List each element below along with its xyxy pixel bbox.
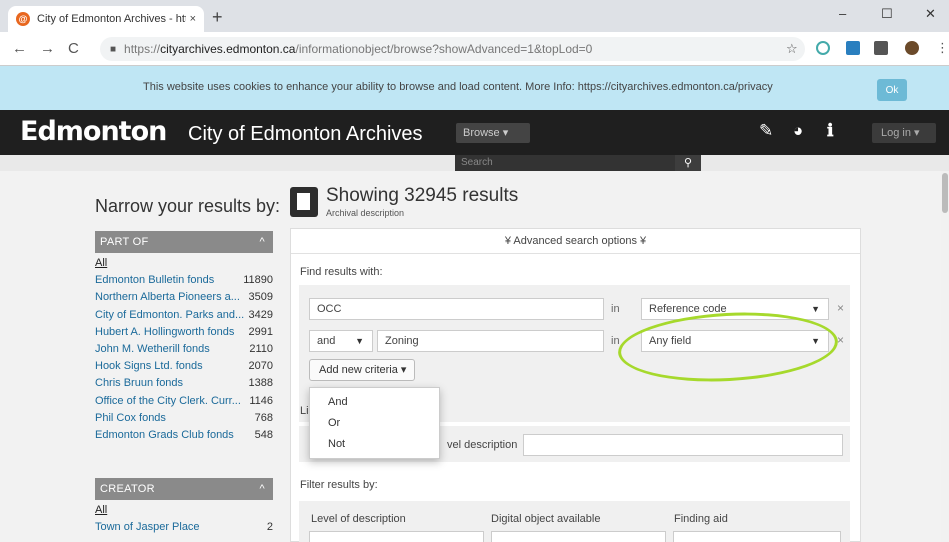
search-bar-row: Search ⚲ <box>0 155 949 171</box>
maximize-button[interactable]: ☐ <box>881 6 893 22</box>
document-icon <box>290 187 318 217</box>
in-label: in <box>611 335 620 347</box>
close-window-button[interactable]: ✕ <box>925 6 936 22</box>
facet-item[interactable]: Edmonton Bulletin fonds 11890 <box>95 272 273 289</box>
scrollbar-thumb[interactable] <box>942 173 948 213</box>
edmonton-logo[interactable]: Edmonton <box>20 116 167 147</box>
facet-item[interactable]: City of Edmonton. Parks and... 3429 <box>95 307 273 324</box>
advanced-search-toggle[interactable]: ¥ Advanced search options ¥ <box>291 229 860 254</box>
extension-icon[interactable] <box>846 41 860 55</box>
results-subtitle: Archival description <box>326 208 405 218</box>
search-placeholder: Search <box>461 157 493 168</box>
profile-avatar[interactable] <box>905 41 919 55</box>
criteria-operator-dropdown: And Or Not <box>309 387 440 459</box>
filter-box: Level of description Digital object avai… <box>299 501 850 542</box>
minimize-button[interactable]: – <box>839 6 846 21</box>
facet-item[interactable]: Office of the City Clerk. Curr... 1146 <box>95 393 273 410</box>
browser-tab[interactable]: @ City of Edmonton Archives - http × <box>8 6 204 32</box>
filter-level-select[interactable] <box>309 531 484 542</box>
chevron-down-icon: ▼ <box>355 336 364 346</box>
url-text: https://cityarchives.edmonton.ca/informa… <box>124 42 593 56</box>
level-description-label: vel description <box>447 439 518 451</box>
cookie-banner-text: This website uses cookies to enhance you… <box>143 81 773 93</box>
collapse-icon[interactable]: ^ <box>260 478 265 500</box>
facet-item[interactable]: Northern Alberta Pioneers a... 3509 <box>95 289 273 306</box>
archive-favicon-icon: @ <box>16 12 30 26</box>
facet-item[interactable]: Phil Cox fonds 768 <box>95 410 273 427</box>
new-tab-button[interactable]: + <box>212 8 223 26</box>
in-label: in <box>611 303 620 315</box>
page-scrollbar[interactable] <box>941 171 949 542</box>
facet-item[interactable]: Hubert A. Hollingworth fonds 2991 <box>95 324 273 341</box>
cookie-ok-button[interactable]: Ok <box>877 79 907 101</box>
filter-finding-aid-select[interactable] <box>673 531 841 542</box>
tab-title: City of Edmonton Archives - http <box>37 13 186 25</box>
site-title[interactable]: City of Edmonton Archives <box>188 123 423 146</box>
dropdown-option-or[interactable]: Or <box>310 413 439 434</box>
address-bar[interactable]: ■ https://cityarchives.edmonton.ca/infor… <box>100 37 805 61</box>
extension-icon[interactable] <box>874 41 888 55</box>
facet-item[interactable]: Hook Signs Ltd. fonds 2070 <box>95 358 273 375</box>
level-description-input[interactable] <box>523 434 843 456</box>
filter-results-label: Filter results by: <box>300 479 378 491</box>
filter-finding-aid-label: Finding aid <box>674 513 728 525</box>
chevron-down-icon: ▼ <box>811 304 820 314</box>
filter-level-label: Level of description <box>311 513 406 525</box>
narrow-results-title: Narrow your results by: <box>95 196 281 216</box>
reload-icon[interactable]: C <box>68 40 79 57</box>
find-results-label: Find results with: <box>300 266 383 278</box>
site-header: Edmonton City of Edmonton Archives Brows… <box>0 110 949 155</box>
facet-header-part-of[interactable]: PART OF ^ <box>95 231 273 253</box>
filter-digital-object-label: Digital object available <box>491 513 601 525</box>
dropdown-option-and[interactable]: And <box>310 392 439 413</box>
dropdown-option-not[interactable]: Not <box>310 434 439 455</box>
facet-list-part-of: All Edmonton Bulletin fonds 11890 Norther… <box>95 255 273 444</box>
back-arrow-icon[interactable]: ← <box>12 40 27 57</box>
collapse-icon[interactable]: ^ <box>260 231 265 253</box>
login-button[interactable]: Log in ▾ <box>872 123 936 143</box>
facet-item[interactable]: Town of Jasper Place 2 <box>95 519 273 536</box>
query-input-2[interactable]: Zoning <box>377 330 604 352</box>
info-icon[interactable]: ℹ <box>827 121 833 141</box>
facet-list-creator: All Town of Jasper Place 2 <box>95 502 273 536</box>
facet-item-all[interactable]: All <box>95 255 273 272</box>
operator-select[interactable]: and ▼ <box>309 330 373 352</box>
forward-arrow-icon[interactable]: → <box>40 40 55 57</box>
query-input-1[interactable]: OCC <box>309 298 604 320</box>
menu-dots-icon[interactable]: ⋮ <box>936 40 949 56</box>
remove-criteria-icon[interactable]: × <box>837 301 844 315</box>
lock-icon: ■ <box>110 43 117 55</box>
results-title: Showing 32945 results <box>326 185 519 206</box>
browser-toolbar: ← → C ■ https://cityarchives.edmonton.ca… <box>0 32 949 66</box>
browse-menu-button[interactable]: Browse ▾ <box>456 123 530 143</box>
search-icon[interactable]: ⚲ <box>675 155 701 171</box>
filter-digital-object-select[interactable] <box>491 531 666 542</box>
search-input[interactable]: Search ⚲ <box>455 155 701 171</box>
extension-icon[interactable] <box>816 41 830 55</box>
facet-header-creator[interactable]: CREATOR ^ <box>95 478 273 500</box>
add-new-criteria-button[interactable]: Add new criteria ▾ <box>309 359 415 381</box>
tab-close-icon[interactable]: × <box>190 13 196 25</box>
globe-icon[interactable]: ◕ <box>793 121 803 141</box>
facet-item[interactable]: John M. Wetherill fonds 2110 <box>95 341 273 358</box>
facet-item[interactable]: Chris Bruun fonds 1388 <box>95 375 273 392</box>
remove-criteria-icon[interactable]: × <box>837 333 844 347</box>
browser-tab-strip: @ City of Edmonton Archives - http × + –… <box>0 0 949 32</box>
advanced-search-panel: ¥ Advanced search options ¥ Find results… <box>290 228 861 542</box>
limit-label: Li <box>300 405 309 417</box>
facet-item-all[interactable]: All <box>95 502 273 519</box>
cookie-banner: This website uses cookies to enhance you… <box>0 66 949 110</box>
facet-item[interactable]: Edmonton Grads Club fonds 548 <box>95 427 273 444</box>
clipboard-icon[interactable]: ✎ <box>759 121 773 141</box>
star-icon[interactable]: ☆ <box>786 41 798 57</box>
